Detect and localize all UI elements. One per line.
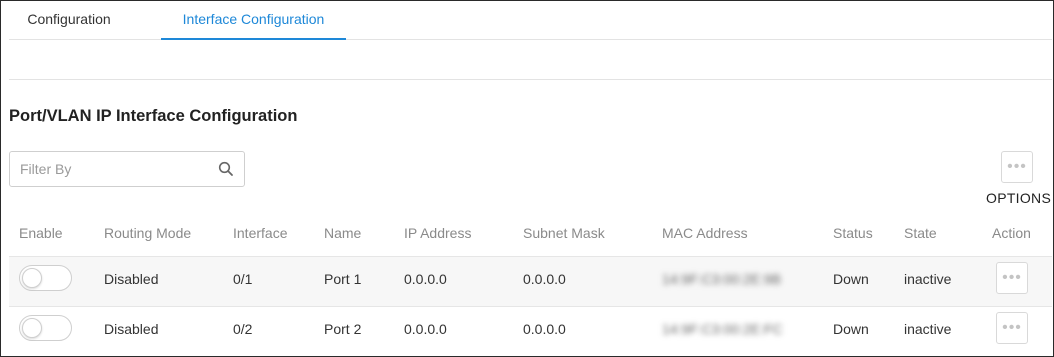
cell-ip-address: 0.0.0.0 [404,321,447,337]
page-title: Port/VLAN IP Interface Configuration [9,107,298,125]
cell-subnet-mask: 0.0.0.0 [523,321,566,337]
cell-mac-address: 14:9F:C3:00:2E:9B [662,271,782,287]
toolbar-divider [9,79,1052,80]
column-header-status: Status [833,225,873,241]
column-header-ip-address: IP Address [404,225,472,241]
more-horizontal-icon: ••• [1002,319,1022,336]
column-header-state: State [904,225,937,241]
toggle-knob [22,318,42,338]
cell-name: Port 1 [324,271,362,287]
tab-interface-configuration[interactable]: Interface Configuration [161,1,346,40]
cell-state: inactive [904,271,952,287]
enable-toggle[interactable] [19,265,72,291]
toggle-knob [22,268,42,288]
cell-routing-mode: Disabled [104,271,159,287]
cell-routing-mode: Disabled [104,321,159,337]
options-button[interactable]: ••• [1001,151,1033,183]
app-frame: Configuration Interface Configuration Po… [0,0,1054,357]
cell-ip-address: 0.0.0.0 [404,271,447,287]
column-header-routing-mode: Routing Mode [104,225,192,241]
cell-name: Port 2 [324,321,362,337]
options-label: OPTIONS [986,190,1052,206]
search-icon[interactable] [218,161,234,177]
cell-interface: 0/1 [233,271,253,287]
filter-box [9,151,245,187]
tab-bar: Configuration Interface Configuration [9,1,1052,40]
table-row: Disabled 0/1 Port 1 0.0.0.0 0.0.0.0 14:9… [9,256,1052,306]
cell-status: Down [833,321,869,337]
cell-state: inactive [904,321,952,337]
column-header-interface: Interface [233,225,288,241]
enable-toggle[interactable] [19,315,72,341]
table-row: Disabled 0/2 Port 2 0.0.0.0 0.0.0.0 14:9… [9,306,1052,356]
cell-subnet-mask: 0.0.0.0 [523,271,566,287]
column-header-name: Name [324,225,362,241]
cell-status: Down [833,271,869,287]
column-header-action: Action [992,225,1031,241]
row-action-button[interactable]: ••• [996,312,1028,344]
row-action-button[interactable]: ••• [996,262,1028,294]
column-header-mac-address: MAC Address [662,225,748,241]
more-horizontal-icon: ••• [1002,269,1022,286]
cell-interface: 0/2 [233,321,253,337]
tab-configuration[interactable]: Configuration [9,1,129,40]
column-header-enable: Enable [19,225,63,241]
filter-input[interactable] [10,152,210,186]
column-header-subnet-mask: Subnet Mask [523,225,605,241]
more-horizontal-icon: ••• [1007,158,1027,175]
cell-mac-address: 14:9F:C3:00:2E:FC [662,321,783,337]
